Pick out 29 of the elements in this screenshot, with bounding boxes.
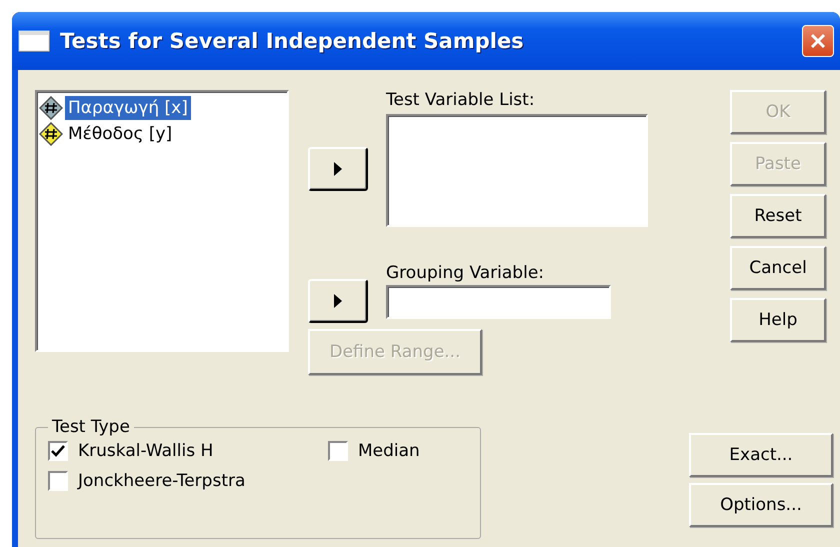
dialog-button[interactable]: Help [730, 298, 826, 342]
variable-icon [39, 96, 63, 120]
window-title: Tests for Several Independent Samples [60, 29, 524, 53]
field-label: Test Variable List: [386, 90, 536, 110]
arrow-right-icon [334, 162, 342, 176]
check-icon [51, 445, 65, 457]
dialog-button[interactable]: Exact... [689, 433, 833, 477]
variable-item[interactable]: Παραγωγή [x] [65, 96, 191, 120]
checkbox-option[interactable]: Median [328, 441, 468, 461]
move-button[interactable] [308, 146, 368, 190]
variable-icon [39, 122, 63, 146]
grouping-variable-field[interactable] [386, 285, 611, 319]
arrow-right-icon [334, 294, 342, 308]
variable-item[interactable]: Μέθοδος [y] [65, 122, 176, 146]
checkbox[interactable] [48, 441, 68, 461]
checkbox-option[interactable]: Jonckheere-Terpstra [48, 471, 328, 491]
dialog-button[interactable]: Cancel [730, 246, 826, 290]
checkbox-option[interactable]: Kruskal-Wallis H [48, 441, 328, 461]
window-icon [18, 30, 50, 52]
move-button[interactable] [308, 279, 368, 323]
checkbox[interactable] [48, 471, 68, 491]
field-label: Grouping Variable: [386, 263, 546, 283]
test-variable-field[interactable] [386, 114, 648, 227]
close-button[interactable] [802, 25, 834, 57]
dialog-button[interactable]: Reset [730, 194, 826, 238]
close-icon [809, 32, 827, 50]
group-title: Test Type [51, 417, 131, 437]
dialog-button[interactable]: Options... [689, 483, 833, 527]
checkbox[interactable] [328, 441, 348, 461]
